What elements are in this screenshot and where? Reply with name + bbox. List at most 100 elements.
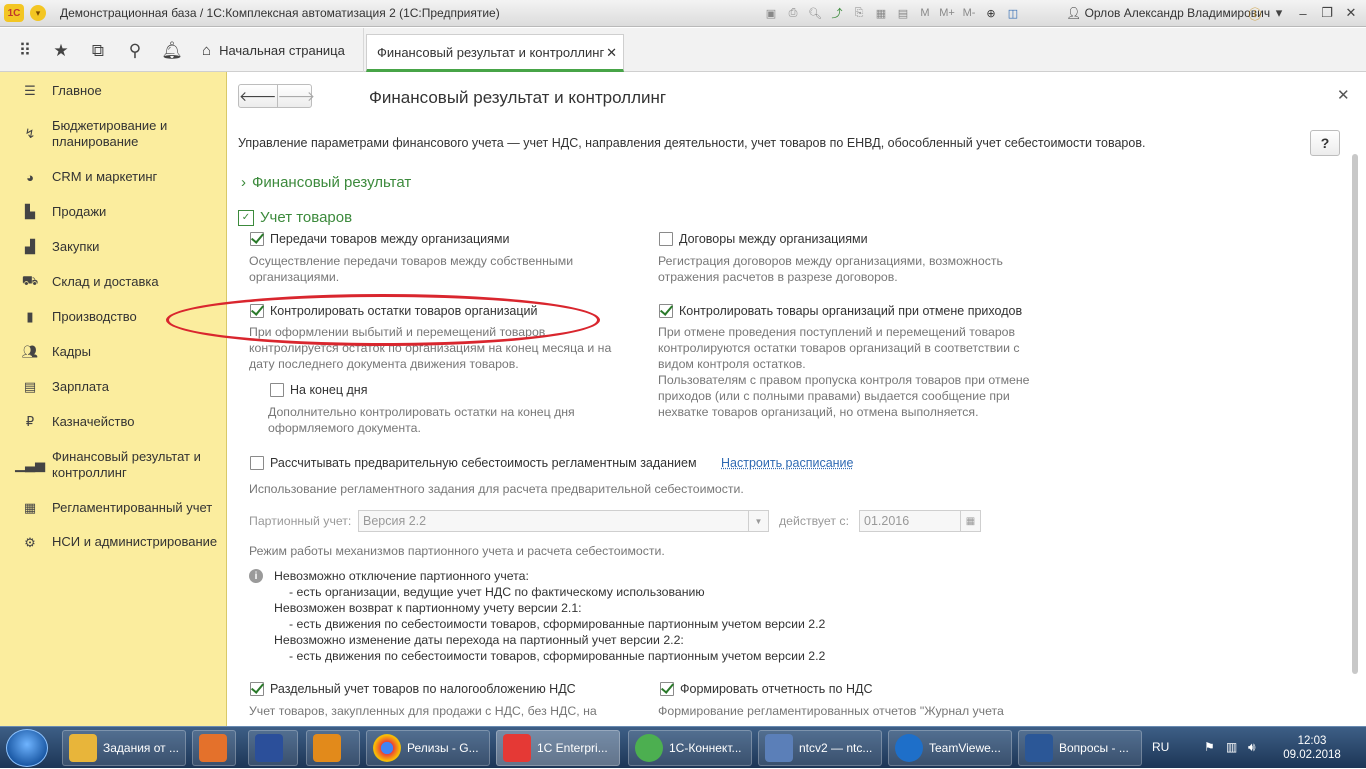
clock[interactable]: 12:03 09.02.2018 — [1282, 734, 1342, 762]
control-remains-checkbox[interactable] — [250, 304, 264, 318]
search-icon[interactable]: ⚲ — [124, 40, 146, 62]
panels-icon[interactable]: ◫ — [1004, 4, 1022, 22]
back-arrow-icon[interactable]: 🡐 — [239, 85, 277, 107]
control-cancel-checkbox[interactable] — [659, 304, 673, 318]
scrollbar-thumb[interactable] — [1352, 154, 1358, 674]
control-cancel-desc: приходов (или с полными правами) выдаетс… — [658, 389, 1010, 403]
contracts-checkbox[interactable] — [659, 232, 673, 246]
valid-from-field[interactable]: 01.2016 ▦ — [859, 510, 981, 532]
start-button-icon[interactable] — [6, 729, 48, 767]
info-line: Невозможно отключение партионного учета: — [274, 569, 529, 583]
link-icon[interactable]: ⤴ — [828, 4, 846, 22]
preview-icon[interactable]: 🔍︎ — [806, 4, 824, 22]
favorites-star-icon[interactable]: ★ — [50, 40, 72, 62]
schedule-link[interactable]: Настроить расписание — [721, 455, 854, 471]
sidebar-item-crm[interactable]: ◕ CRM и маркетинг — [0, 168, 227, 188]
taskbar-app-save[interactable] — [248, 730, 298, 766]
save-icon[interactable]: ▣ — [762, 4, 780, 22]
info-menu-icon[interactable]: ⓘ — [1246, 4, 1264, 22]
sidebar-item-production[interactable]: ▮ Производство — [0, 308, 227, 328]
budget-icon: ↯ — [24, 126, 36, 141]
vat-report-checkbox[interactable] — [660, 682, 674, 696]
floppy-icon — [255, 734, 283, 762]
vertical-scrollbar[interactable] — [1350, 152, 1360, 712]
prelim-cost-label: Рассчитывать предварительную себестоимос… — [270, 456, 697, 470]
end-of-day-checkbox[interactable] — [270, 383, 284, 397]
taskbar-app-1c-connect[interactable]: 1С-Коннект... — [628, 730, 752, 766]
sidebar-item-main[interactable]: ☰ Главное — [0, 82, 227, 102]
restore-icon[interactable]: ❐ — [1318, 4, 1336, 22]
end-of-day-label: На конец дня — [290, 383, 368, 397]
memory-plus-icon[interactable]: M+ — [938, 4, 956, 22]
zoom-icon[interactable]: ⊕ — [982, 4, 1000, 22]
sidebar-item-hr[interactable]: 👥︎ Кадры — [0, 343, 227, 363]
tab-close-icon[interactable]: ✕ — [606, 45, 617, 61]
sidebar-item-label: CRM и маркетинг — [52, 169, 158, 184]
prelim-cost-checkbox[interactable] — [250, 456, 264, 470]
sidebar-item-admin[interactable]: ⚙ НСИ и администрирование — [0, 534, 227, 568]
memory-minus-icon[interactable]: M- — [960, 4, 978, 22]
taskbar-app-label: 1С-Коннект... — [669, 741, 742, 755]
close-form-icon[interactable]: ✕ — [1337, 86, 1350, 104]
taskbar-app-media[interactable] — [192, 730, 236, 766]
taskbar-app-1c[interactable]: 1C Enterpri... — [496, 730, 620, 766]
taskbar-app-tasks[interactable]: Задания от ... — [62, 730, 186, 766]
navigation-buttons: 🡐 🡒 — [238, 84, 315, 108]
taskbar-app-word[interactable]: Вопросы - ... — [1018, 730, 1142, 766]
network-icon[interactable]: ▥ — [1226, 740, 1237, 754]
help-button[interactable]: ? — [1310, 130, 1340, 156]
forward-arrow-icon[interactable]: 🡒 — [276, 85, 315, 107]
admin-icon: ⚙ — [24, 535, 36, 550]
transfer-checkbox[interactable] — [250, 232, 264, 246]
sidebar-item-label: Производство — [52, 309, 137, 324]
calendar-icon[interactable]: ▤ — [894, 4, 912, 22]
section-financial-result[interactable]: › Финансовый результат — [241, 174, 411, 191]
minimize-icon[interactable]: – — [1294, 4, 1312, 22]
sidebar-item-sales[interactable]: ▙ Продажи — [0, 203, 227, 223]
finance-icon: ▁▃▅ — [15, 457, 45, 472]
section-goods-accounting[interactable]: ✓ Учет товаров — [238, 209, 352, 226]
history-icon[interactable]: ⧉ — [87, 40, 109, 62]
language-indicator[interactable]: RU — [1152, 740, 1169, 754]
calendar-icon[interactable]: ▦ — [960, 511, 980, 531]
sidebar-item-treasury[interactable]: ₽ Казначейство — [0, 413, 227, 433]
attach-icon[interactable]: ⎘ — [850, 4, 868, 22]
chevron-right-icon: › — [241, 174, 246, 191]
taskbar-app-outlook[interactable] — [306, 730, 360, 766]
crm-icon: ◕ — [26, 169, 34, 185]
app-logo-icon[interactable]: 1С — [4, 4, 24, 22]
clock-time: 12:03 — [1297, 735, 1327, 747]
taskbar-app-chrome[interactable]: Релизы - G... — [366, 730, 490, 766]
dropdown-icon[interactable]: ▾ — [1270, 4, 1288, 22]
main-menu-icon[interactable]: ▾ — [30, 5, 46, 21]
calculator-icon[interactable]: ▦ — [872, 4, 890, 22]
window-controls: ⓘ ▾ – ❐ ✕ — [1246, 4, 1360, 22]
notifications-bell-icon[interactable]: 🔔︎ — [161, 40, 183, 62]
sidebar-item-purchases[interactable]: ▟ Закупки — [0, 238, 227, 258]
taskbar-app-label: 1C Enterpri... — [537, 741, 608, 755]
sidebar-item-accounting[interactable]: ▦ Регламентированный учет — [0, 499, 227, 519]
close-window-icon[interactable]: ✕ — [1342, 4, 1360, 22]
batch-version-select[interactable]: Версия 2.2 ▼ — [358, 510, 769, 532]
page-title: Финансовый результат и контроллинг — [369, 88, 667, 107]
volume-icon[interactable]: 🔊︎ — [1248, 740, 1256, 755]
sidebar-item-finance[interactable]: ▁▃▅ Финансовый результат и контроллинг — [0, 449, 227, 483]
sidebar-item-warehouse[interactable]: ⛟ Склад и доставка — [0, 273, 227, 293]
apps-grid-icon[interactable]: ⠿ — [14, 40, 36, 62]
control-cancel-desc: Пользователям с правом пропуска контроля… — [658, 373, 1030, 387]
dropdown-arrow-icon[interactable]: ▼ — [748, 511, 768, 531]
tab-home[interactable]: ⌂ Начальная страница — [192, 28, 364, 72]
sidebar-item-budget[interactable]: ↯ Бюджетирование и планирование — [0, 118, 227, 152]
taskbar-app-teamviewer[interactable]: TeamViewe... — [888, 730, 1012, 766]
sidebar-item-salary[interactable]: ▤ Зарплата — [0, 378, 227, 398]
memory-m-icon[interactable]: M — [916, 4, 934, 22]
info-line: - есть движения по себестоимости товаров… — [289, 617, 826, 631]
separate-vat-checkbox[interactable] — [250, 682, 264, 696]
print-icon[interactable]: ⎙ — [784, 4, 802, 22]
user-name[interactable]: 👤︎ Орлов Александр Владимирович — [1066, 6, 1270, 20]
info-line: Невозможно изменение даты перехода на па… — [274, 633, 684, 647]
taskbar-app-rdp[interactable]: ntcv2 — ntc... — [758, 730, 882, 766]
tab-financial-result[interactable]: Финансовый результат и контроллинг ✕ — [366, 34, 624, 72]
contracts-desc: Регистрация договоров между организациям… — [658, 254, 1003, 268]
flag-icon[interactable]: ⚑ — [1204, 740, 1215, 754]
